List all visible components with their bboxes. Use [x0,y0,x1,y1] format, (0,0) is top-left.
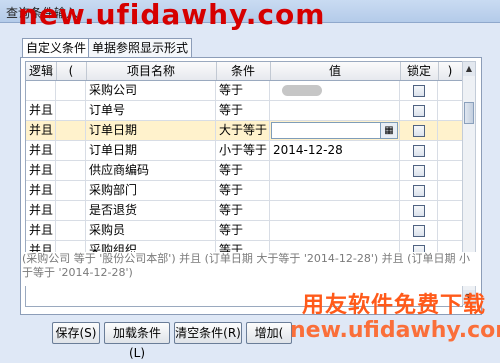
cell-condition[interactable]: 等于 [216,201,270,220]
cell-condition[interactable]: 等于 [216,161,270,180]
cell-value[interactable]: ▦ [270,121,400,140]
cell-value[interactable]: 2014-12-28 [270,141,400,160]
col-value: 值 [270,62,401,80]
cell-logic[interactable]: 并且 [26,141,56,160]
lock-checkbox[interactable] [413,105,425,117]
tab-custom-conditions[interactable]: 自定义条件 [22,38,92,59]
table-row-selected[interactable]: 并且 订单日期 大于等于 ▦ [26,121,462,141]
scroll-up-icon[interactable]: ▲ [463,62,475,76]
cell-logic[interactable]: 并且 [26,221,56,240]
cell-item-name[interactable]: 采购员 [86,221,216,240]
load-conditions-button[interactable]: 加载条件(L) [104,322,170,360]
cell-item-name[interactable]: 是否退货 [86,201,216,220]
cell-item-name[interactable]: 采购部门 [86,181,216,200]
cell-right-paren[interactable] [438,221,462,240]
condition-description: (采购公司 等于 '股份公司本部') 并且 (订单日期 大于等于 '2014-1… [22,252,480,286]
cell-right-paren[interactable] [438,121,462,140]
cell-logic[interactable] [26,81,56,100]
cell-item-name[interactable]: 采购公司 [86,81,216,100]
cell-condition[interactable]: 小于等于 [216,141,270,160]
cell-logic[interactable]: 并且 [26,161,56,180]
cell-item-name[interactable]: 订单日期 [86,141,216,160]
cell-lock[interactable] [400,221,438,240]
cell-lock[interactable] [400,161,438,180]
calendar-icon[interactable]: ▦ [380,123,397,138]
clear-conditions-button[interactable]: 清空条件(R) [174,322,242,344]
cell-left-paren[interactable] [56,201,86,220]
table-row[interactable]: 并且 订单号 等于 [26,101,462,121]
col-lock: 锁定 [400,62,439,80]
cell-lock[interactable] [400,141,438,160]
cell-logic[interactable]: 并且 [26,201,56,220]
cell-lock[interactable] [400,121,438,140]
lock-checkbox[interactable] [413,85,425,97]
cell-right-paren[interactable] [438,201,462,220]
cell-lock[interactable] [400,81,438,100]
cell-right-paren[interactable] [438,81,462,100]
table-row[interactable]: 并且 采购部门 等于 [26,181,462,201]
cell-value[interactable] [270,221,400,240]
cell-left-paren[interactable] [56,121,86,140]
cell-condition[interactable]: 大于等于 [216,121,270,140]
tab-reference-display[interactable]: 单据参照显示形式 [88,38,192,58]
add-button[interactable]: 增加( [246,322,292,344]
cell-item-name[interactable]: 订单日期 [86,121,216,140]
lock-checkbox[interactable] [413,145,425,157]
cell-condition[interactable]: 等于 [216,101,270,120]
cell-left-paren[interactable] [56,141,86,160]
table-row[interactable]: 采购公司 等于 [26,81,462,101]
date-input[interactable]: ▦ [271,122,398,139]
lock-checkbox[interactable] [413,225,425,237]
scroll-thumb[interactable] [464,102,474,124]
redacted-value [282,85,322,96]
lock-checkbox[interactable] [413,205,425,217]
col-right-paren: ) [447,64,453,78]
cell-lock[interactable] [400,181,438,200]
cell-right-paren[interactable] [438,101,462,120]
cell-condition[interactable]: 等于 [216,81,270,100]
cell-condition[interactable]: 等于 [216,181,270,200]
cell-left-paren[interactable] [56,101,86,120]
cell-value[interactable] [270,161,400,180]
cell-value[interactable] [270,181,400,200]
table-row[interactable]: 并且 订单日期 小于等于 2014-12-28 [26,141,462,161]
cell-item-name[interactable]: 供应商编码 [86,161,216,180]
col-condition: 条件 [216,62,271,80]
table-row[interactable]: 并且 供应商编码 等于 [26,161,462,181]
cell-logic[interactable]: 并且 [26,181,56,200]
lock-checkbox[interactable] [413,165,425,177]
cell-condition[interactable]: 等于 [216,221,270,240]
cell-lock[interactable] [400,201,438,220]
cell-value[interactable] [270,201,400,220]
watermark-bottom-cn: 用友软件免费下载 [302,293,487,318]
cell-left-paren[interactable] [56,181,86,200]
cell-right-paren[interactable] [438,181,462,200]
save-button[interactable]: 保存(S) [52,322,100,344]
table-row[interactable]: 并且 是否退货 等于 [26,201,462,221]
cell-value[interactable] [270,81,400,100]
cell-value[interactable] [270,101,400,120]
cell-right-paren[interactable] [438,141,462,160]
cell-logic[interactable]: 并且 [26,101,56,120]
table-row[interactable]: 并且 采购员 等于 [26,221,462,241]
cell-left-paren[interactable] [56,161,86,180]
lock-checkbox[interactable] [413,125,425,137]
watermark-top: new.ufidawhy.com [18,0,326,31]
cell-left-paren[interactable] [56,81,86,100]
watermark-bottom-url: new.ufidawhy.com [290,318,500,343]
cell-lock[interactable] [400,101,438,120]
col-logic: 逻辑 [26,62,57,80]
col-left-paren: ( [56,62,87,80]
cell-item-name[interactable]: 订单号 [86,101,216,120]
cell-left-paren[interactable] [56,221,86,240]
col-item-name: 项目名称 [86,62,217,80]
cell-logic[interactable]: 并且 [26,121,56,140]
cell-right-paren[interactable] [438,161,462,180]
lock-checkbox[interactable] [413,185,425,197]
grid-header: 逻辑 ( 项目名称 条件 值 锁定 ) [26,62,462,81]
